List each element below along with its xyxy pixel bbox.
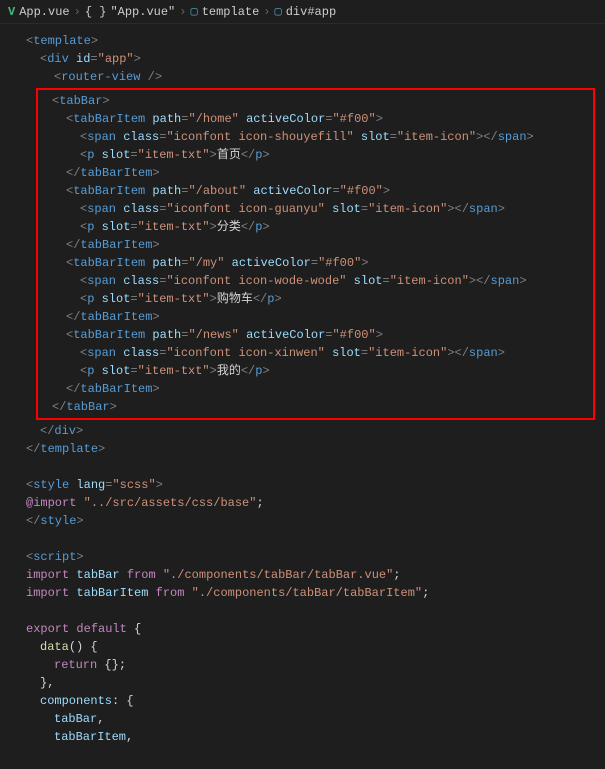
code-line: <span class="iconfont icon-shouyefill" s… xyxy=(38,128,593,146)
code-line: <tabBarItem path="/about" activeColor="#… xyxy=(38,182,593,200)
vue-file-icon: V xyxy=(8,5,15,19)
code-line: <span class="iconfont icon-guanyu" slot=… xyxy=(38,200,593,218)
highlighted-block: <tabBar> <tabBarItem path="/home" active… xyxy=(36,88,595,420)
blank-line xyxy=(12,458,605,476)
code-line: </tabBarItem> xyxy=(38,164,593,182)
code-editor[interactable]: <template> <div id="app"> <router-view /… xyxy=(0,24,605,754)
breadcrumb-json[interactable]: "App.vue" xyxy=(110,5,175,19)
code-line: data() { xyxy=(12,638,605,656)
json-icon: { } xyxy=(85,5,107,19)
breadcrumb-template[interactable]: template xyxy=(202,5,260,19)
code-line: </tabBarItem> xyxy=(38,236,593,254)
code-line: @import "../src/assets/css/base"; xyxy=(12,494,605,512)
code-line: </tabBarItem> xyxy=(38,380,593,398)
code-line: </tabBarItem> xyxy=(38,308,593,326)
code-line: </template> xyxy=(12,440,605,458)
code-line: import tabBarItem from "./components/tab… xyxy=(12,584,605,602)
code-line: <tabBarItem path="/my" activeColor="#f00… xyxy=(38,254,593,272)
code-line: </tabBar> xyxy=(38,398,593,416)
code-line: <template> xyxy=(12,32,605,50)
code-line: <tabBarItem path="/news" activeColor="#f… xyxy=(38,326,593,344)
breadcrumb-file[interactable]: App.vue xyxy=(19,5,69,19)
blank-line xyxy=(12,530,605,548)
code-line: <tabBarItem path="/home" activeColor="#f… xyxy=(38,110,593,128)
breadcrumb[interactable]: V App.vue › { } "App.vue" › ▢ template ›… xyxy=(0,0,605,24)
code-line: </div> xyxy=(12,422,605,440)
code-line: <p slot="item-txt">我的</p> xyxy=(38,362,593,380)
code-line: <tabBar> xyxy=(38,92,593,110)
chevron-right-icon: › xyxy=(263,5,270,19)
template-icon: ▢ xyxy=(190,4,197,19)
div-icon: ▢ xyxy=(275,4,282,19)
code-line: <div id="app"> xyxy=(12,50,605,68)
code-line: <p slot="item-txt">购物车</p> xyxy=(38,290,593,308)
code-line: <span class="iconfont icon-wode-wode" sl… xyxy=(38,272,593,290)
code-line: tabBarItem, xyxy=(12,728,605,746)
code-line: <script> xyxy=(12,548,605,566)
code-line: import tabBar from "./components/tabBar/… xyxy=(12,566,605,584)
code-line: </style> xyxy=(12,512,605,530)
code-line: <style lang="scss"> xyxy=(12,476,605,494)
code-line: <span class="iconfont icon-xinwen" slot=… xyxy=(38,344,593,362)
code-line: }, xyxy=(12,674,605,692)
code-line: export default { xyxy=(12,620,605,638)
code-line: <p slot="item-txt">首页</p> xyxy=(38,146,593,164)
blank-line xyxy=(12,602,605,620)
code-line: return {}; xyxy=(12,656,605,674)
breadcrumb-div[interactable]: div#app xyxy=(286,5,336,19)
code-line: tabBar, xyxy=(12,710,605,728)
code-line: <router-view /> xyxy=(12,68,605,86)
code-line: <p slot="item-txt">分类</p> xyxy=(38,218,593,236)
code-line: components: { xyxy=(12,692,605,710)
chevron-right-icon: › xyxy=(74,5,81,19)
chevron-right-icon: › xyxy=(179,5,186,19)
